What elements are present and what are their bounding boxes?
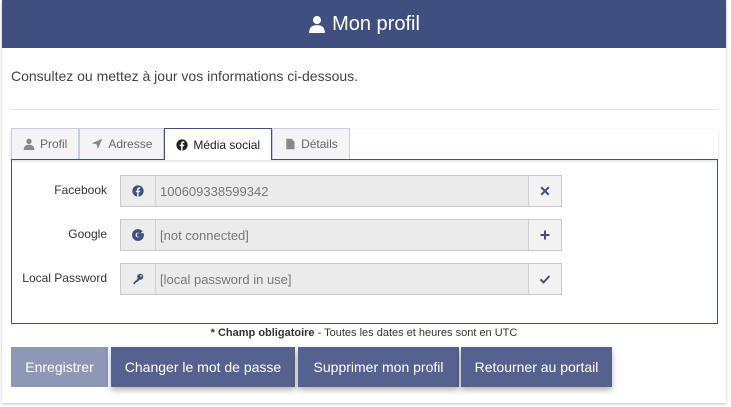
local-password-check-button[interactable] bbox=[528, 264, 561, 294]
document-icon bbox=[286, 138, 295, 150]
google-addon bbox=[121, 220, 156, 250]
divider bbox=[11, 109, 718, 110]
tab-label: Adresse bbox=[108, 137, 153, 151]
google-icon bbox=[132, 229, 144, 241]
tab-bar: Profil Adresse Média social Détails bbox=[11, 128, 718, 160]
local-password-label: Local Password bbox=[22, 271, 107, 285]
local-password-field[interactable] bbox=[156, 264, 528, 294]
tab-details[interactable]: Détails bbox=[272, 128, 350, 159]
required-note: * Champ obligatoire - Toutes les dates e… bbox=[2, 327, 726, 339]
location-arrow-icon bbox=[92, 138, 103, 150]
page-title: Mon profil bbox=[332, 12, 420, 35]
facebook-input-group bbox=[120, 175, 562, 207]
facebook-field[interactable] bbox=[156, 176, 528, 206]
tab-label: Profil bbox=[40, 137, 68, 151]
facebook-row: Facebook bbox=[12, 175, 717, 207]
tab-label: Détails bbox=[301, 137, 338, 151]
times-icon bbox=[540, 186, 550, 196]
profile-card: Mon profil Consultez ou mettez à jour vo… bbox=[2, 0, 726, 403]
facebook-icon bbox=[176, 138, 188, 151]
social-media-panel: Facebook Google bbox=[11, 160, 718, 324]
facebook-disconnect-button[interactable] bbox=[528, 176, 561, 206]
delete-profile-button[interactable]: Supprimer mon profil bbox=[298, 347, 459, 387]
back-to-portal-button[interactable]: Retourner au portail bbox=[461, 347, 612, 387]
tab-media-social[interactable]: Média social bbox=[164, 128, 273, 160]
tab-adresse[interactable]: Adresse bbox=[79, 128, 165, 159]
user-icon bbox=[309, 16, 325, 33]
intro-text: Consultez ou mettez à jour vos informati… bbox=[11, 68, 359, 84]
google-field[interactable] bbox=[156, 220, 528, 250]
user-icon bbox=[23, 138, 35, 150]
facebook-icon bbox=[132, 185, 144, 197]
plus-icon bbox=[540, 230, 550, 240]
required-note-text: - Toutes les dates et heures sont en UTC bbox=[314, 327, 518, 339]
google-input-group bbox=[120, 219, 562, 251]
tab-label: Média social bbox=[193, 137, 261, 152]
check-icon bbox=[539, 275, 551, 284]
save-button[interactable]: Enregistrer bbox=[11, 347, 108, 387]
change-password-button[interactable]: Changer le mot de passe bbox=[111, 347, 295, 387]
required-note-bold: * Champ obligatoire bbox=[210, 327, 315, 339]
facebook-label: Facebook bbox=[54, 183, 107, 197]
google-row: Google bbox=[12, 219, 717, 251]
google-label: Google bbox=[68, 227, 107, 241]
key-addon bbox=[121, 264, 156, 294]
local-password-row: Local Password bbox=[12, 263, 717, 295]
tab-profil[interactable]: Profil bbox=[11, 128, 80, 159]
google-connect-button[interactable] bbox=[528, 220, 561, 250]
facebook-addon bbox=[121, 176, 156, 206]
page-header: Mon profil bbox=[2, 0, 726, 48]
local-password-input-group bbox=[120, 263, 562, 295]
key-icon bbox=[133, 273, 144, 285]
